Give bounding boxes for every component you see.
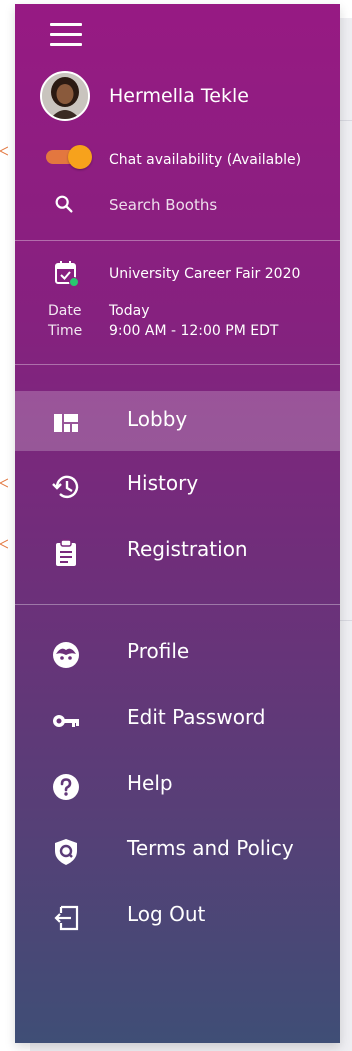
clipboard-icon — [56, 539, 76, 566]
search-booths-label: Search Booths — [109, 196, 218, 214]
navigation-drawer: Hermella Tekle Chat availability (Availa… — [15, 4, 340, 1043]
date-value: Today — [109, 303, 150, 319]
time-value: 9:00 AM - 12:00 PM EDT — [109, 323, 279, 339]
nav-label-history: History — [127, 471, 199, 495]
hamburger-bar — [50, 33, 82, 36]
date-label: Date — [48, 303, 82, 319]
face-icon — [53, 642, 79, 668]
history-icon — [52, 475, 79, 499]
search-icon — [55, 195, 73, 213]
avatar-photo-icon — [42, 73, 88, 119]
lobby-icon — [54, 414, 78, 432]
decoration-spark-icon — [0, 478, 8, 488]
nav-label-help: Help — [127, 771, 173, 795]
hamburger-menu-button[interactable] — [50, 23, 82, 47]
hamburger-bar — [50, 23, 82, 26]
user-name: Hermella Tekle — [109, 85, 249, 107]
nav-item-help[interactable]: Help — [15, 755, 340, 815]
nav-item-history[interactable]: History — [15, 455, 340, 515]
background-divider — [340, 620, 352, 621]
nav-label-edit-password: Edit Password — [127, 705, 266, 729]
nav-label-profile: Profile — [127, 639, 190, 663]
event-title: University Career Fair 2020 — [109, 266, 301, 282]
toggle-knob — [68, 145, 92, 169]
nav-item-profile[interactable]: Profile — [15, 623, 340, 683]
nav-label-registration: Registration — [127, 537, 248, 561]
chat-availability-label: Chat availability (Available) — [109, 152, 302, 168]
nav-item-terms-and-policy[interactable]: Terms and Policy — [15, 820, 340, 880]
nav-item-registration[interactable]: Registration — [15, 521, 340, 581]
calendar-check-icon — [55, 261, 79, 287]
divider — [15, 240, 340, 241]
time-label: Time — [48, 323, 83, 339]
hamburger-bar — [50, 43, 82, 46]
help-icon — [53, 774, 79, 800]
divider — [15, 364, 340, 365]
nav-item-lobby[interactable]: Lobby — [15, 391, 340, 451]
key-icon — [53, 715, 79, 727]
nav-item-edit-password[interactable]: Edit Password — [15, 689, 340, 749]
nav-label-log-out: Log Out — [127, 902, 206, 926]
logout-icon — [54, 905, 79, 931]
decoration-spark-icon — [0, 146, 8, 156]
nav-item-log-out[interactable]: Log Out — [15, 886, 340, 946]
divider — [15, 604, 340, 605]
nav-label-terms-and-policy: Terms and Policy — [127, 836, 294, 860]
chat-availability-toggle[interactable] — [46, 145, 92, 169]
decoration-spark-icon — [0, 539, 8, 549]
shield-icon — [55, 839, 77, 865]
search-booths-button[interactable]: Search Booths — [45, 189, 275, 219]
nav-label-lobby: Lobby — [127, 407, 188, 431]
background-divider — [340, 120, 352, 121]
avatar[interactable] — [40, 71, 90, 121]
